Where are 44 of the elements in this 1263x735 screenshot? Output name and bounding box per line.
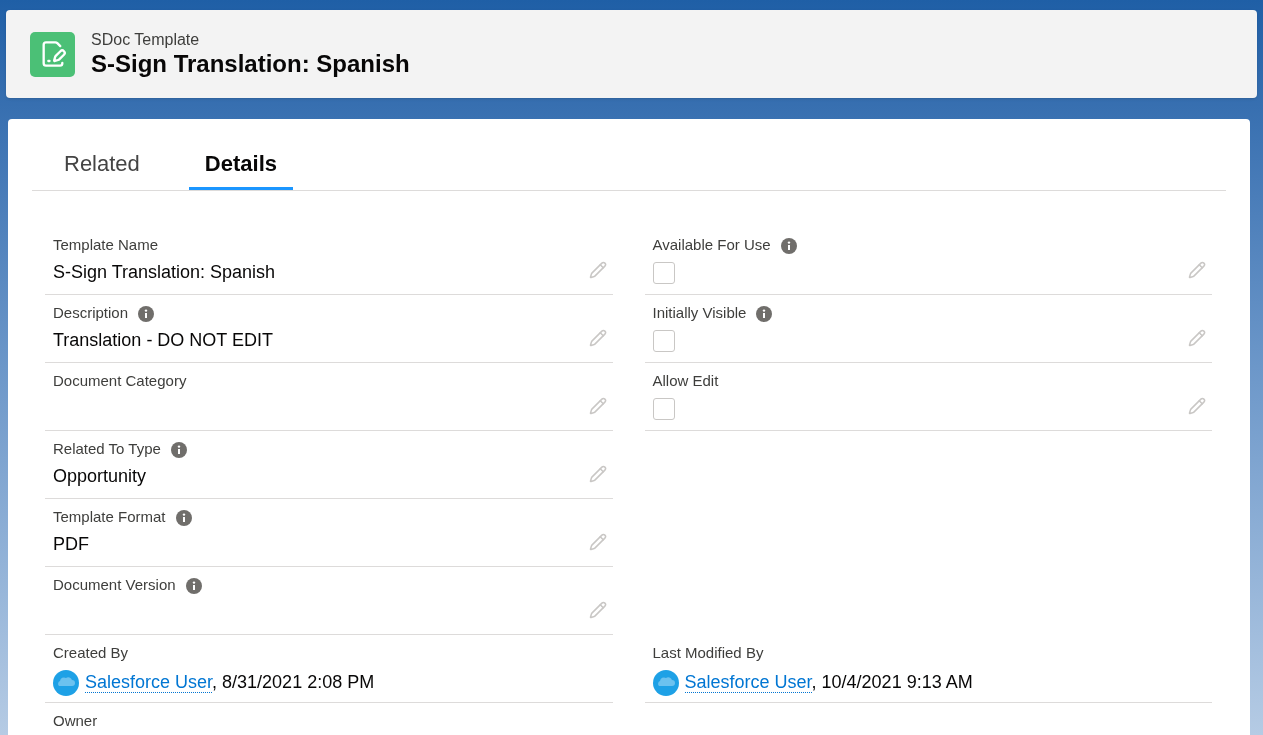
checkbox[interactable] [652, 261, 675, 284]
field-label: Document Category [53, 371, 187, 392]
date-text: , 8/31/2021 2:08 PM [212, 672, 375, 693]
edit-icon[interactable] [1188, 397, 1206, 415]
field-label: Allow Edit [652, 371, 719, 392]
field-label: Template Name [53, 235, 159, 256]
tab[interactable]: Related [48, 140, 156, 190]
edit-icon[interactable] [588, 465, 607, 483]
field-label: Template Format [53, 507, 166, 528]
info-icon[interactable] [138, 305, 155, 322]
checkbox[interactable] [652, 397, 675, 420]
avatar-icon [53, 669, 79, 696]
field-value: Translation - DO NOT EDIT [53, 329, 274, 353]
edit-icon[interactable] [588, 601, 607, 619]
field-value: PDF [53, 533, 89, 557]
edit-icon[interactable] [1188, 329, 1206, 347]
edit-icon[interactable] [1188, 261, 1206, 279]
field-label: Owner [53, 711, 98, 732]
avatar-icon [652, 669, 679, 696]
field-label: Created By [53, 643, 129, 664]
info-icon[interactable] [780, 237, 797, 254]
field-label: Related To Type [53, 439, 161, 460]
field-label: Document Version [53, 575, 176, 596]
checkbox[interactable] [652, 329, 675, 352]
info-icon[interactable] [185, 577, 202, 594]
field-label: Available For Use [652, 235, 771, 256]
field-label: Last Modified By [652, 643, 764, 664]
info-icon[interactable] [756, 305, 773, 322]
record-title: S-Sign Translation: Spanish [91, 50, 410, 78]
user-link[interactable]: Salesforce User [684, 672, 812, 694]
info-icon[interactable] [175, 509, 192, 526]
edit-icon[interactable] [588, 329, 607, 347]
field-label: Initially Visible [652, 303, 747, 324]
user-link[interactable]: Salesforce User [85, 672, 213, 694]
edit-icon[interactable] [588, 261, 607, 279]
info-icon[interactable] [170, 441, 187, 458]
field-label: Description [53, 303, 129, 324]
document-icon [30, 31, 75, 77]
tab[interactable]: Details [188, 140, 293, 190]
edit-icon[interactable] [588, 397, 607, 415]
object-type: SDoc Template [91, 30, 201, 50]
field-value: Opportunity [53, 465, 147, 489]
field-value: S-Sign Translation: Spanish [53, 261, 276, 285]
edit-icon[interactable] [588, 533, 607, 551]
